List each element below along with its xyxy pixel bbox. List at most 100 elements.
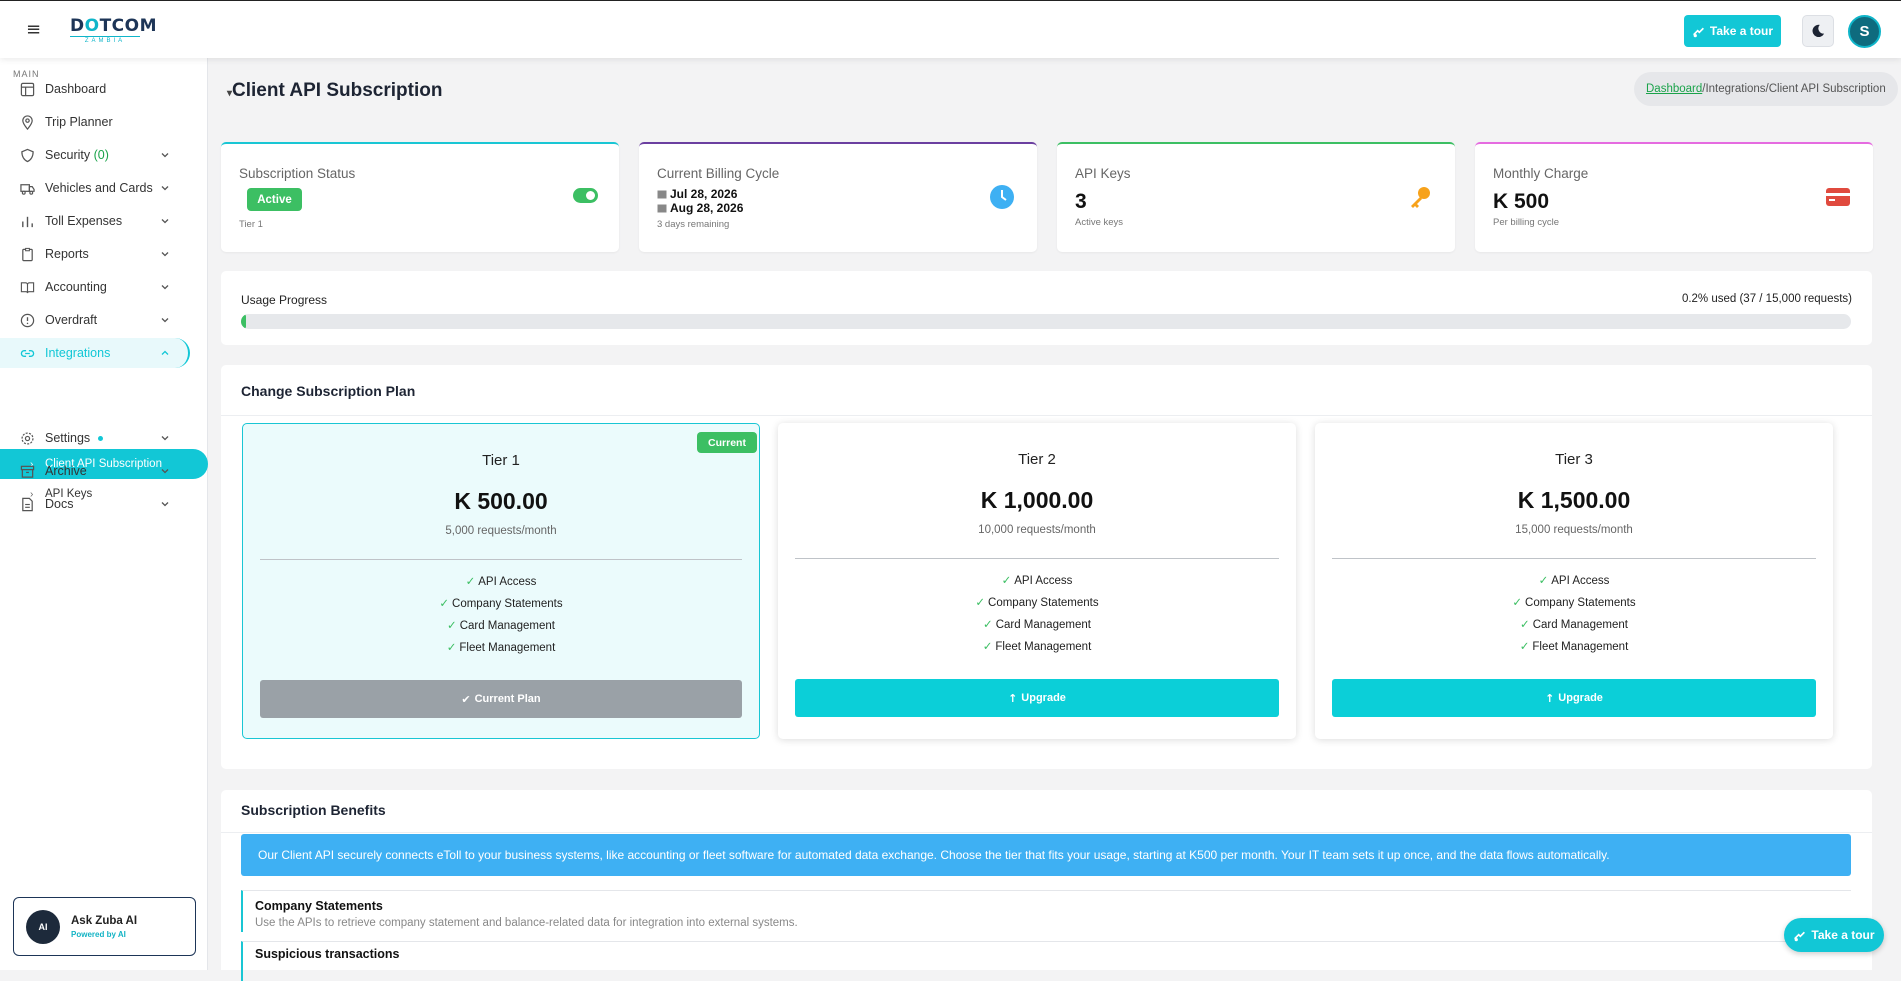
sidebar-item-archive[interactable]: Archive <box>0 456 208 486</box>
subscription-benefits-panel: Subscription Benefits Our Client API sec… <box>221 790 1872 981</box>
layout-icon <box>20 82 35 97</box>
breadcrumb: Dashboard /Integrations/Client API Subsc… <box>1634 72 1898 106</box>
current-plan-badge: Current <box>697 432 757 453</box>
archive-icon <box>20 465 35 478</box>
sidebar-item-integrations[interactable]: Integrations <box>0 338 190 368</box>
usage-progress-bar <box>241 314 1851 329</box>
chevron-down-icon <box>161 469 169 474</box>
check-icon: ✔ <box>461 692 471 706</box>
feature-item: ✓ Card Management <box>447 618 555 632</box>
info-banner: Our Client API securely connects eToll t… <box>241 834 1851 876</box>
check-icon: ✓ <box>982 639 993 653</box>
take-tour-button[interactable]: Take a tour <box>1684 15 1781 47</box>
moon-icon <box>1812 24 1825 38</box>
chevron-down-icon <box>161 318 169 323</box>
key-icon <box>1411 187 1430 208</box>
api-keys-card: API Keys 3 Active keys <box>1057 142 1455 252</box>
sidebar-item-dashboard[interactable]: Dashboard <box>0 74 208 104</box>
feature-item: ✓ Fleet Management <box>1519 639 1629 653</box>
tour-icon <box>1794 931 1806 941</box>
sidebar-item-trip-planner[interactable]: Trip Planner <box>0 107 208 137</box>
check-icon: ✓ <box>1520 617 1530 631</box>
truck-icon <box>20 184 35 195</box>
file-text-icon <box>22 497 33 512</box>
sidebar-item-overdraft[interactable]: Overdraft <box>0 305 208 335</box>
menu-toggle-icon[interactable]: ≡ <box>26 21 41 39</box>
shield-icon <box>21 148 34 163</box>
sidebar-item-settings[interactable]: Settings <box>0 423 208 453</box>
tier-card-2[interactable]: Tier 2 K 1,000.00 10,000 requests/month … <box>778 423 1296 739</box>
tier-card-3[interactable]: Tier 3 K 1,500.00 15,000 requests/month … <box>1315 423 1833 739</box>
clipboard-icon <box>22 247 33 262</box>
check-icon: ✓ <box>1512 595 1523 609</box>
upgrade-button[interactable]: ↑ Upgrade <box>1332 679 1816 717</box>
monthly-charge-card: Monthly Charge K 500 Per billing cycle <box>1475 142 1873 252</box>
map-pin-icon <box>22 115 33 130</box>
benefit-item: Suspicious transactions <box>241 941 1851 981</box>
feature-item: ✓ Company Statements <box>439 596 563 610</box>
logo[interactable]: DOTCOM ZAMBIA <box>70 17 157 44</box>
sidebar-item-security[interactable]: Security (0) <box>0 140 208 170</box>
upgrade-button[interactable]: ↑ Upgrade <box>795 679 1279 717</box>
chevron-down-icon <box>161 186 169 191</box>
clock-icon <box>990 185 1014 209</box>
avatar[interactable]: S <box>1848 15 1881 48</box>
subscription-status-card: Subscription Status Active Tier 1 <box>221 142 619 252</box>
check-icon: ✓ <box>1538 573 1549 587</box>
calendar-icon <box>657 204 667 213</box>
gear-icon <box>21 432 34 445</box>
arrow-up-icon: ↑ <box>1545 691 1555 705</box>
feature-item: ✓ Fleet Management <box>446 640 556 654</box>
check-icon: ✓ <box>1001 573 1012 587</box>
current-plan-button[interactable]: ✔ Current Plan <box>260 680 742 718</box>
sidebar-item-reports[interactable]: Reports <box>0 239 208 269</box>
tier-card-1[interactable]: Current Tier 1 K 500.00 5,000 requests/m… <box>242 423 760 739</box>
check-icon: ✓ <box>1519 639 1530 653</box>
feature-item: ✓ Card Management <box>1520 617 1628 631</box>
ask-zuba-ai-button[interactable]: AI Ask Zuba AI Powered by AI <box>13 897 196 956</box>
bar-chart-icon <box>22 216 33 228</box>
sidebar: MAIN Dashboard Trip Planner Security (0)… <box>0 58 208 970</box>
arrow-up-icon: ↑ <box>1008 691 1018 705</box>
feature-item: ✓ Company Statements <box>1512 595 1636 609</box>
ai-logo-icon: AI <box>26 910 60 944</box>
usage-progress-fill <box>241 314 246 329</box>
calendar-icon <box>657 190 667 199</box>
billing-cycle-card: Current Billing Cycle Jul 28, 2026 Aug 2… <box>639 142 1037 252</box>
sidebar-item-vehicles-and-cards[interactable]: Vehicles and Cards <box>0 173 208 203</box>
status-toggle[interactable] <box>573 188 598 203</box>
chevron-down-icon <box>161 252 169 257</box>
page-title: ▾Client API Subscription <box>227 80 443 101</box>
check-icon: ✓ <box>975 595 986 609</box>
sidebar-item-docs[interactable]: Docs <box>0 489 208 519</box>
chevron-up-icon <box>161 350 169 355</box>
feature-item: ✓ API Access <box>1001 573 1073 587</box>
sidebar-item-toll-expenses[interactable]: Toll Expenses <box>0 206 208 236</box>
feature-item: ✓ Card Management <box>983 617 1091 631</box>
tour-icon <box>1692 27 1704 37</box>
credit-card-icon <box>1826 188 1850 206</box>
dark-mode-toggle[interactable] <box>1802 15 1834 47</box>
feature-item: ✓ API Access <box>1538 573 1610 587</box>
breadcrumb-dashboard-link[interactable]: Dashboard <box>1646 83 1702 95</box>
check-icon: ✓ <box>446 640 457 654</box>
take-tour-floating-button[interactable]: Take a tour <box>1784 918 1884 952</box>
check-icon: ✓ <box>983 617 993 631</box>
benefit-item: Company Statements Use the APIs to retri… <box>241 890 1851 932</box>
status-badge: Active <box>247 188 302 211</box>
chevron-down-icon <box>161 153 169 158</box>
check-icon: ✓ <box>447 618 457 632</box>
notification-dot <box>98 436 104 442</box>
chevron-down-icon <box>161 502 169 507</box>
chevron-down-icon <box>161 219 169 224</box>
top-bar: ≡ DOTCOM ZAMBIA Take a tour S <box>0 0 1901 58</box>
chevron-down-icon <box>161 436 169 441</box>
sidebar-item-accounting[interactable]: Accounting <box>0 272 208 302</box>
feature-item: ✓ Company Statements <box>975 595 1099 609</box>
feature-item: ✓ Fleet Management <box>982 639 1092 653</box>
check-icon: ✓ <box>439 596 450 610</box>
check-icon: ✓ <box>465 574 476 588</box>
book-icon <box>20 282 35 294</box>
link-icon <box>20 350 35 357</box>
usage-progress-panel: Usage Progress 0.2% used (37 / 15,000 re… <box>221 271 1872 345</box>
